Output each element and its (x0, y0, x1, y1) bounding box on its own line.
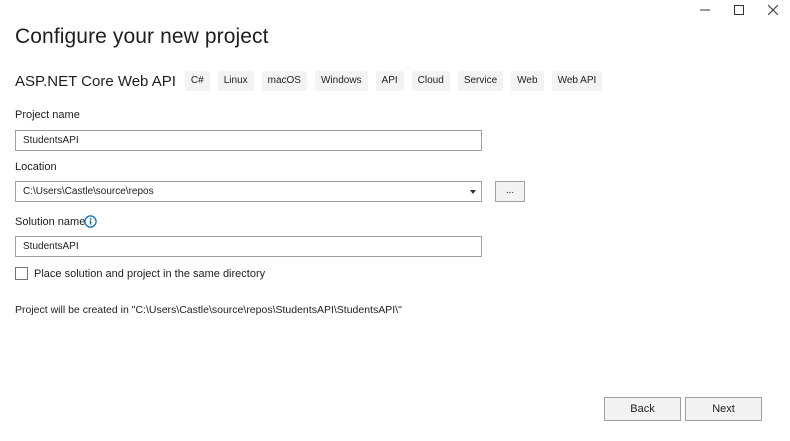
back-button[interactable]: Back (604, 397, 681, 421)
page-title: Configure your new project (15, 25, 269, 48)
tag: API (375, 71, 404, 91)
template-name: ASP.NET Core Web API (15, 72, 176, 90)
browse-button[interactable]: ... (495, 181, 525, 202)
tag: Service (457, 71, 504, 91)
tag: Linux (217, 71, 254, 91)
tag: Web (511, 71, 544, 91)
close-button[interactable] (756, 0, 790, 20)
close-icon (768, 5, 778, 15)
project-path-note: Project will be created in "C:\Users\Cas… (15, 304, 402, 316)
location-combobox[interactable]: C:\Users\Castle\source\repos (15, 181, 482, 202)
solution-name-label: Solution name (15, 216, 86, 228)
tag: Web API (551, 71, 603, 91)
maximize-icon (734, 5, 744, 15)
window-controls (688, 0, 790, 20)
tag: C# (184, 71, 210, 91)
maximize-button[interactable] (722, 0, 756, 20)
template-row: ASP.NET Core Web API C# Linux macOS Wind… (15, 71, 610, 91)
info-icon[interactable] (84, 215, 97, 228)
project-name-label: Project name (15, 109, 80, 121)
minimize-button[interactable] (688, 0, 722, 20)
solution-name-input[interactable]: StudentsAPI (15, 236, 482, 257)
project-name-input[interactable]: StudentsAPI (15, 130, 482, 151)
location-value: C:\Users\Castle\source\repos (23, 186, 154, 197)
next-button[interactable]: Next (685, 397, 762, 421)
location-label: Location (15, 161, 57, 173)
tag: Cloud (411, 71, 450, 91)
same-directory-label[interactable]: Place solution and project in the same d… (34, 268, 265, 280)
same-directory-checkbox[interactable] (15, 267, 28, 280)
tag: macOS (261, 71, 307, 91)
tag: Windows (314, 71, 368, 91)
chevron-down-icon[interactable] (470, 190, 476, 194)
dialog-window: Configure your new project ASP.NET Core … (0, 0, 790, 441)
minimize-icon (700, 9, 710, 11)
